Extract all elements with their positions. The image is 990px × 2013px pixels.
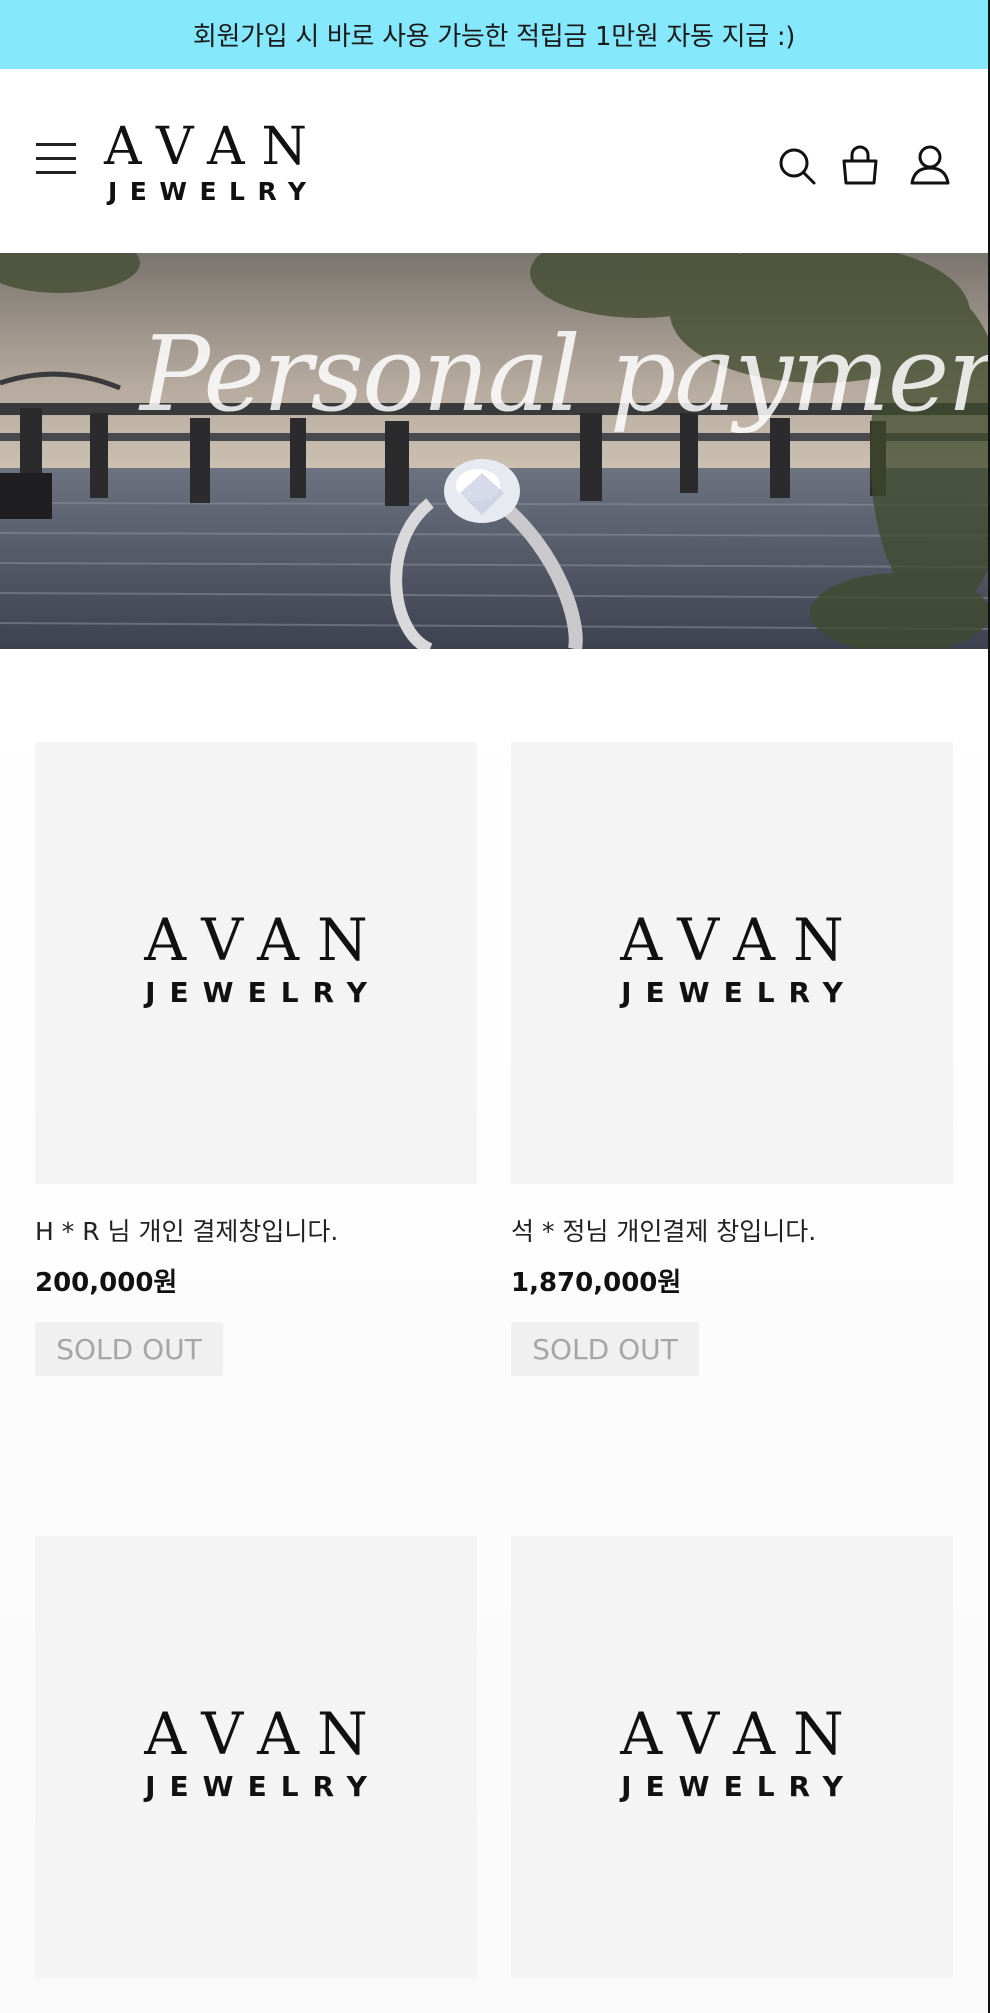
banner-title: Personal payment bbox=[140, 313, 988, 435]
sold-out-badge: SOLD OUT bbox=[511, 1322, 699, 1376]
user-icon[interactable] bbox=[908, 143, 952, 187]
thumb-logo-avan: AVAN bbox=[620, 1700, 862, 1768]
site-header: AVAN JEWELRY bbox=[0, 69, 988, 253]
product-thumbnail[interactable]: AVAN JEWELRY bbox=[35, 1536, 477, 1978]
thumb-logo-avan: AVAN bbox=[144, 906, 386, 974]
hero-banner: Personal payment bbox=[0, 253, 988, 649]
product-name[interactable]: H * R 님 개인 결제창입니다. bbox=[35, 1212, 338, 1248]
thumb-logo-avan: AVAN bbox=[144, 1700, 386, 1768]
product-thumbnail[interactable]: AVAN JEWELRY bbox=[511, 742, 953, 1184]
product-thumbnail[interactable]: AVAN JEWELRY bbox=[511, 1536, 953, 1978]
thumb-logo-avan: AVAN bbox=[620, 906, 862, 974]
menu-icon[interactable] bbox=[36, 143, 76, 175]
product-price: 1,870,000원 bbox=[511, 1268, 682, 1298]
product-grid: AVAN JEWELRY H * R 님 개인 결제창입니다. 200,000원… bbox=[0, 649, 988, 2013]
product-name[interactable]: 석 * 정님 개인결제 창입니다. bbox=[511, 1212, 816, 1248]
site-logo[interactable]: AVAN JEWELRY bbox=[104, 117, 325, 206]
product-price: 200,000원 bbox=[35, 1268, 178, 1298]
sold-out-badge: SOLD OUT bbox=[35, 1322, 223, 1376]
promo-text: 회원가입 시 바로 사용 가능한 적립금 1만원 자동 지급 :) bbox=[192, 22, 796, 52]
logo-jewelry: JEWELRY bbox=[108, 177, 319, 206]
thumb-logo-jewelry: JEWELRY bbox=[145, 1770, 381, 1803]
thumb-logo-jewelry: JEWELRY bbox=[145, 976, 381, 1009]
product-thumbnail[interactable]: AVAN JEWELRY bbox=[35, 742, 477, 1184]
promo-banner[interactable]: 회원가입 시 바로 사용 가능한 적립금 1만원 자동 지급 :) bbox=[0, 0, 988, 69]
shopping-bag-icon[interactable] bbox=[838, 143, 882, 187]
thumb-logo-jewelry: JEWELRY bbox=[621, 1770, 857, 1803]
search-icon[interactable] bbox=[774, 143, 818, 187]
logo-avan: AVAN bbox=[104, 117, 325, 177]
thumb-logo-jewelry: JEWELRY bbox=[621, 976, 857, 1009]
